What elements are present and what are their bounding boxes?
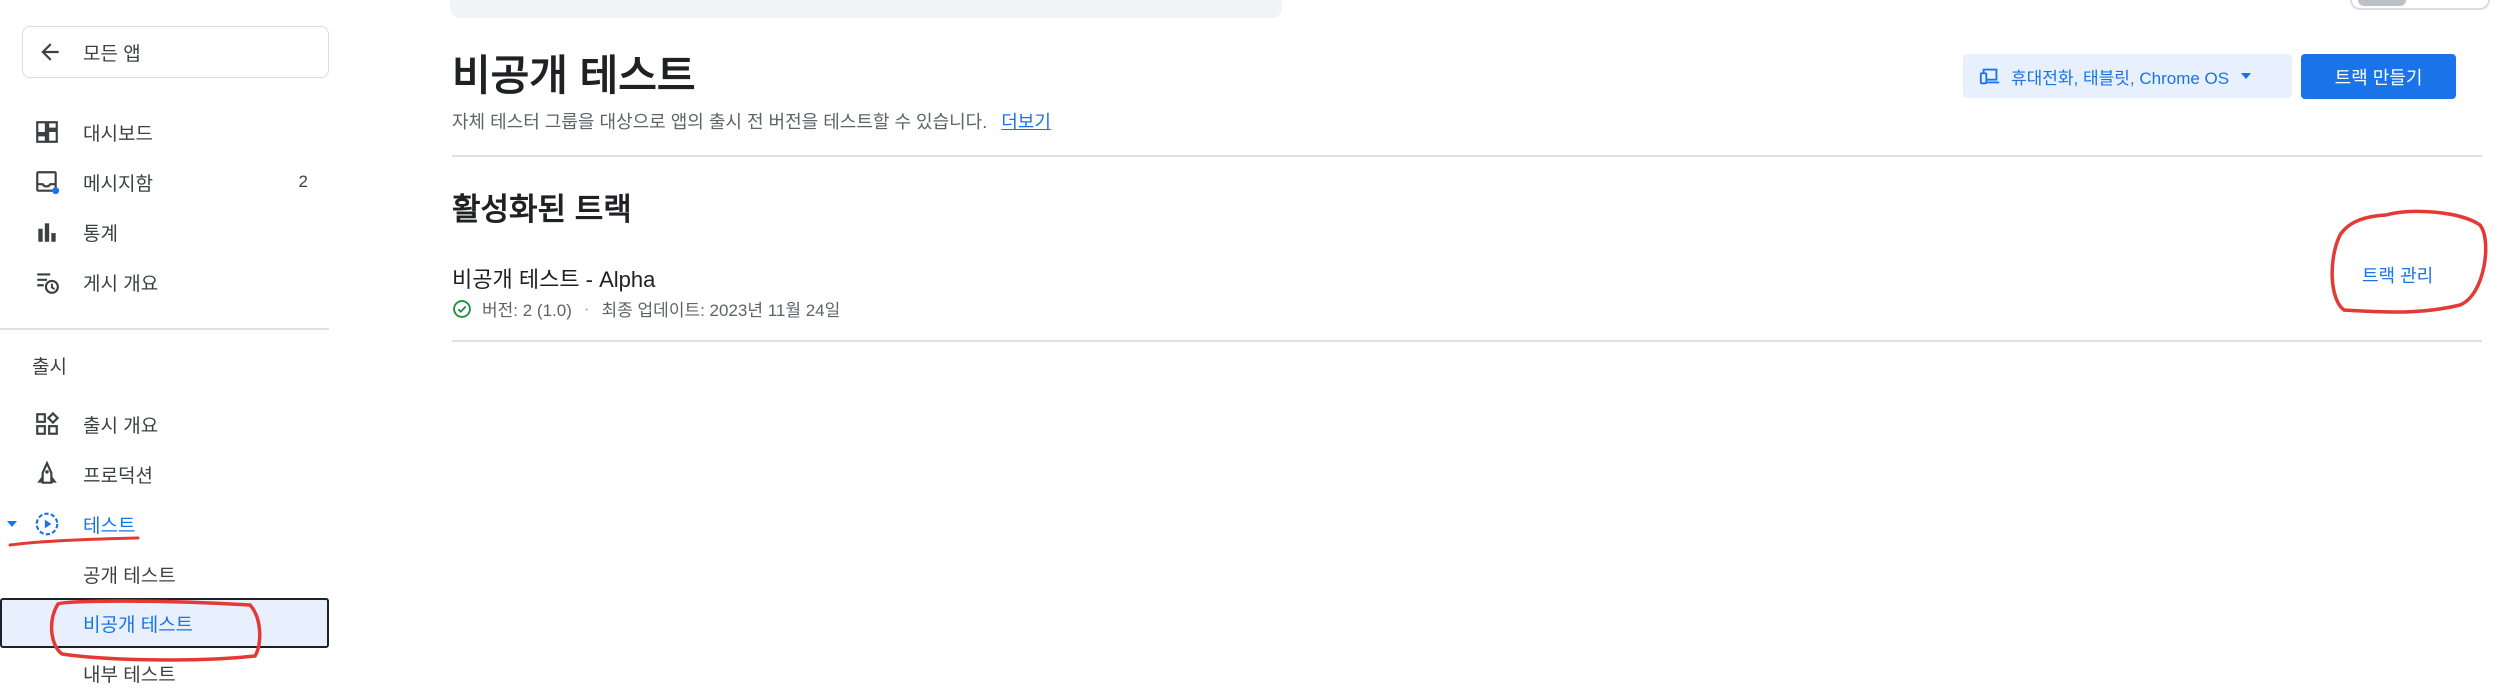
active-tracks-heading: 활성화된 트랙 bbox=[452, 192, 632, 227]
view-toggle[interactable] bbox=[2350, 0, 2490, 10]
track-meta: 버전: 2 (1.0) · 최종 업데이트: 2023년 11월 24일 bbox=[452, 296, 840, 321]
sidebar-item-open-testing[interactable]: 공개 테스트 bbox=[0, 549, 330, 599]
sidebar-item-label: 게시 개요 bbox=[83, 273, 159, 295]
create-track-button[interactable]: 트랙 만들기 bbox=[2301, 54, 2456, 99]
sidebar-item-label: 메시지함 bbox=[83, 173, 153, 195]
header-divider bbox=[452, 155, 2482, 157]
sidebar-item-inbox[interactable]: 메시지함 2 bbox=[0, 160, 330, 204]
track-row: 비공개 테스트 - Alpha 버전: 2 (1.0) · 최종 업데이트: 2… bbox=[452, 250, 2482, 340]
release-section-heading: 출시 bbox=[32, 357, 67, 378]
device-type-label: 휴대전화, 태블릿, Chrome OS bbox=[2011, 68, 2230, 88]
learn-more-link[interactable]: 더보기 bbox=[1001, 112, 1051, 132]
all-apps-label: 모든 앱 bbox=[83, 43, 141, 65]
inbox-icon bbox=[36, 171, 60, 195]
all-apps-button[interactable]: 모든 앱 bbox=[22, 26, 329, 78]
main-content: 비공개 테스트 자체 테스터 그룹을 대상으로 앱의 출시 전 버전을 테스트할… bbox=[450, 0, 2490, 692]
track-name: 비공개 테스트 - Alpha bbox=[452, 267, 656, 292]
sidebar-item-testing[interactable]: 테스트 bbox=[0, 502, 330, 546]
sidebar-item-publishing-overview[interactable]: 게시 개요 bbox=[0, 260, 330, 304]
grid-overview-icon bbox=[36, 411, 60, 435]
sidebar-item-closed-testing[interactable]: 비공개 테스트 bbox=[0, 598, 329, 648]
play-console-page: 모든 앱 대시보드 메시지함 2 통계 게시 개요 출시 출시 개요 프로덕션 … bbox=[0, 0, 2508, 692]
dropdown-arrow-icon bbox=[2241, 73, 2252, 79]
sidebar-item-statistics[interactable]: 통계 bbox=[0, 210, 330, 254]
sidebar-item-label: 프로덕션 bbox=[83, 465, 153, 487]
devices-icon bbox=[1979, 68, 2000, 85]
play-circle-icon bbox=[35, 512, 59, 536]
track-version: 버전: 2 (1.0) bbox=[482, 301, 572, 320]
sidebar: 모든 앱 대시보드 메시지함 2 통계 게시 개요 출시 출시 개요 프로덕션 … bbox=[0, 0, 330, 692]
publish-overview-icon bbox=[37, 273, 59, 294]
arrow-back-icon bbox=[41, 43, 59, 61]
dashboard-icon bbox=[36, 121, 58, 143]
sidebar-item-label: 공개 테스트 bbox=[83, 565, 176, 587]
sidebar-item-label: 통계 bbox=[83, 223, 118, 245]
page-title: 비공개 테스트 bbox=[452, 52, 696, 99]
expand-caret-icon bbox=[7, 521, 17, 527]
sidebar-item-label: 비공개 테스트 bbox=[83, 614, 194, 636]
sidebar-item-internal-testing[interactable]: 내부 테스트 bbox=[0, 648, 330, 692]
device-type-dropdown[interactable]: 휴대전화, 태블릿, Chrome OS bbox=[1963, 54, 2292, 98]
manage-track-link[interactable]: 트랙 관리 bbox=[2362, 262, 2433, 288]
track-last-updated: 최종 업데이트: 2023년 11월 24일 bbox=[601, 301, 841, 320]
sidebar-item-dashboard[interactable]: 대시보드 bbox=[0, 110, 330, 154]
inbox-count-badge: 2 bbox=[298, 172, 308, 191]
sidebar-divider bbox=[0, 328, 329, 330]
sidebar-item-label: 테스트 bbox=[83, 515, 136, 537]
sidebar-item-release-overview[interactable]: 출시 개요 bbox=[0, 402, 330, 446]
sidebar-item-label: 대시보드 bbox=[83, 123, 153, 145]
page-description: 자체 테스터 그룹을 대상으로 앱의 출시 전 버전을 테스트할 수 있습니다.… bbox=[452, 108, 1051, 134]
check-circle-icon bbox=[453, 299, 471, 318]
sidebar-item-production[interactable]: 프로덕션 bbox=[0, 452, 330, 496]
meta-separator: · bbox=[583, 298, 590, 318]
rocket-icon bbox=[37, 461, 57, 484]
sidebar-item-label: 출시 개요 bbox=[83, 415, 159, 437]
sidebar-item-label: 내부 테스트 bbox=[83, 664, 176, 686]
description-text: 자체 테스터 그룹을 대상으로 앱의 출시 전 버전을 테스트할 수 있습니다. bbox=[452, 112, 988, 132]
track-divider bbox=[452, 340, 2482, 342]
bar-chart-icon bbox=[38, 223, 56, 242]
search-bar[interactable] bbox=[450, 0, 1282, 18]
